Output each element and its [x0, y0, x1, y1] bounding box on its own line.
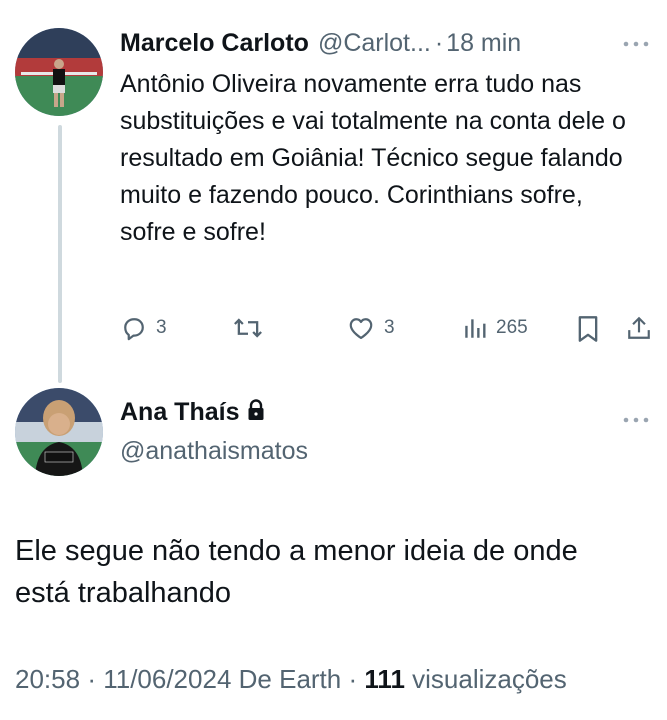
avatar-ana[interactable] [15, 388, 103, 476]
parent-more-icon[interactable] [622, 30, 650, 56]
reply-action[interactable]: 3 [120, 314, 167, 342]
views-count: 265 [496, 317, 528, 338]
stadium-photo [15, 28, 103, 116]
like-action[interactable]: 3 [346, 314, 395, 342]
retweet-action[interactable] [232, 314, 272, 342]
reply-tweet-text: Ele segue não tendo a menor ideia de ond… [15, 535, 578, 609]
views-total: 111 [364, 664, 405, 694]
tweet-date[interactable]: 11/06/2024 [103, 664, 231, 694]
reply-handle[interactable]: @anathaismatos [120, 437, 308, 466]
heart-icon [349, 318, 373, 340]
parent-tweet-text: Antônio Oliveira novamente erra tudo nas… [120, 70, 626, 246]
reply-display-name[interactable]: Ana Thaís [120, 398, 239, 427]
reply-icon [124, 318, 144, 341]
tweet-source: De Earth [238, 664, 342, 694]
reply-tweet-header: Ana Thaís [120, 398, 265, 427]
avatar-marcelo[interactable] [15, 28, 103, 116]
share-icon[interactable] [626, 314, 652, 347]
parent-tweet-header: Marcelo Carloto @Carlot... · 18 min [120, 26, 650, 60]
lock-icon [247, 399, 265, 426]
views-action[interactable]: 265 [462, 314, 528, 342]
retweet-icon [234, 318, 262, 338]
header-separator: · [434, 28, 444, 57]
thread-connector-line [58, 125, 62, 383]
parent-display-name[interactable]: Marcelo Carloto [120, 29, 309, 58]
meta-separator: · [87, 664, 104, 694]
meta-dot: · [348, 664, 358, 694]
reply-more-icon[interactable] [622, 406, 650, 432]
parent-handle[interactable]: @Carlot... [318, 29, 431, 58]
reply-count: 3 [156, 317, 167, 338]
analytics-icon [465, 319, 486, 338]
views-label: visualizações [412, 664, 567, 694]
bookmark-icon[interactable] [576, 315, 600, 348]
stadium-selfie-photo [15, 388, 103, 476]
tweet-meta-line: 20:58 · 11/06/2024 De Earth · 111 visual… [15, 664, 567, 695]
parent-timestamp[interactable]: 18 min [446, 29, 521, 58]
like-count: 3 [384, 317, 395, 338]
tweet-time[interactable]: 20:58 [15, 664, 80, 694]
